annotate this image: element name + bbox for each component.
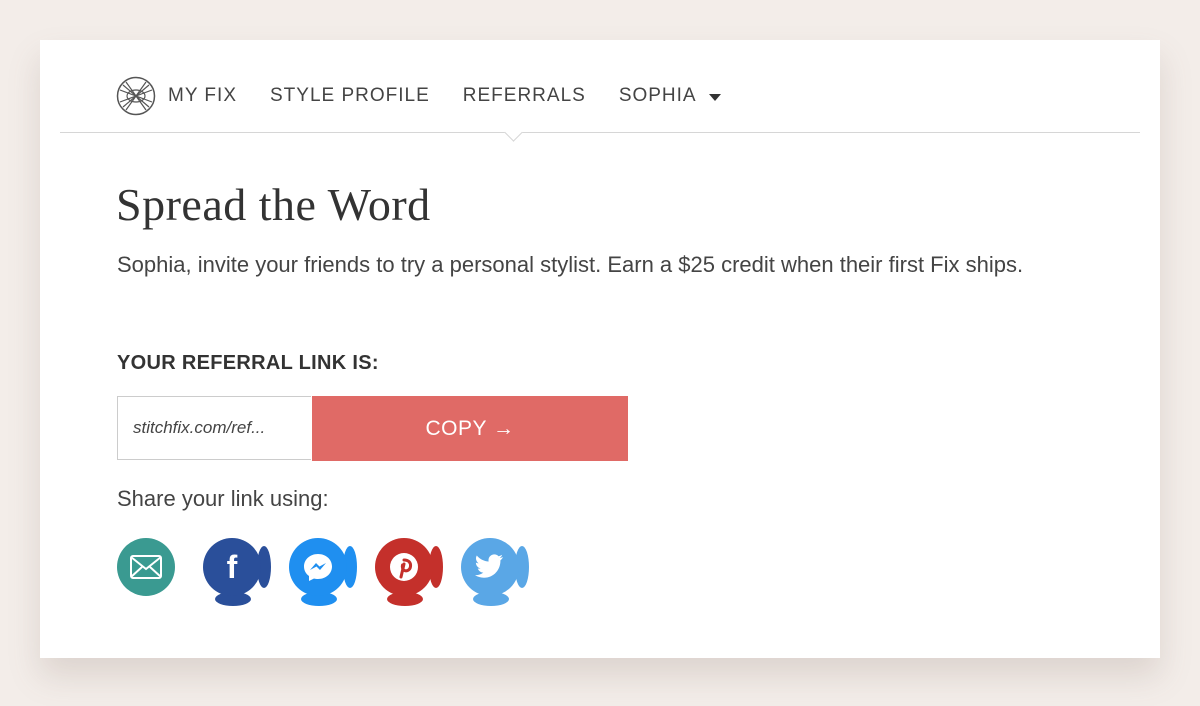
- mail-icon: [117, 538, 175, 596]
- nav-divider: [60, 132, 1140, 133]
- page-description: Sophia, invite your friends to try a per…: [117, 252, 1024, 277]
- share-facebook-button[interactable]: f: [203, 536, 271, 608]
- caret-down-icon: [708, 93, 721, 101]
- share-icons: f: [117, 536, 557, 611]
- twitter-icon: [461, 538, 519, 596]
- share-email-button[interactable]: [117, 536, 177, 608]
- stitchfix-logo-icon[interactable]: [116, 76, 156, 116]
- pinterest-icon: [375, 538, 433, 596]
- messenger-icon: [289, 538, 347, 596]
- nav-style-profile[interactable]: STYLE PROFILE: [270, 85, 430, 107]
- nav-referrals[interactable]: REFERRALS: [463, 85, 586, 107]
- share-label: Share your link using:: [117, 486, 329, 511]
- share-twitter-button[interactable]: [461, 536, 529, 608]
- referral-link-field[interactable]: stitchfix.com/ref...: [117, 396, 311, 460]
- facebook-icon: f: [203, 538, 261, 596]
- referral-card: MY FIX STYLE PROFILE REFERRALS SOPHIA Sp…: [40, 40, 1160, 658]
- nav-account-menu[interactable]: SOPHIA: [619, 85, 721, 107]
- referral-link-label: YOUR REFERRAL LINK IS:: [117, 352, 379, 374]
- share-messenger-button[interactable]: [289, 536, 357, 608]
- nav-my-fix[interactable]: MY FIX: [168, 85, 237, 107]
- active-tab-pointer: [504, 123, 523, 142]
- page-title: Spread the Word: [116, 179, 431, 230]
- share-pinterest-button[interactable]: [375, 536, 443, 608]
- copy-button[interactable]: COPY →: [312, 396, 628, 461]
- top-nav: MY FIX STYLE PROFILE REFERRALS SOPHIA: [116, 74, 754, 118]
- account-name: SOPHIA: [618, 85, 697, 106]
